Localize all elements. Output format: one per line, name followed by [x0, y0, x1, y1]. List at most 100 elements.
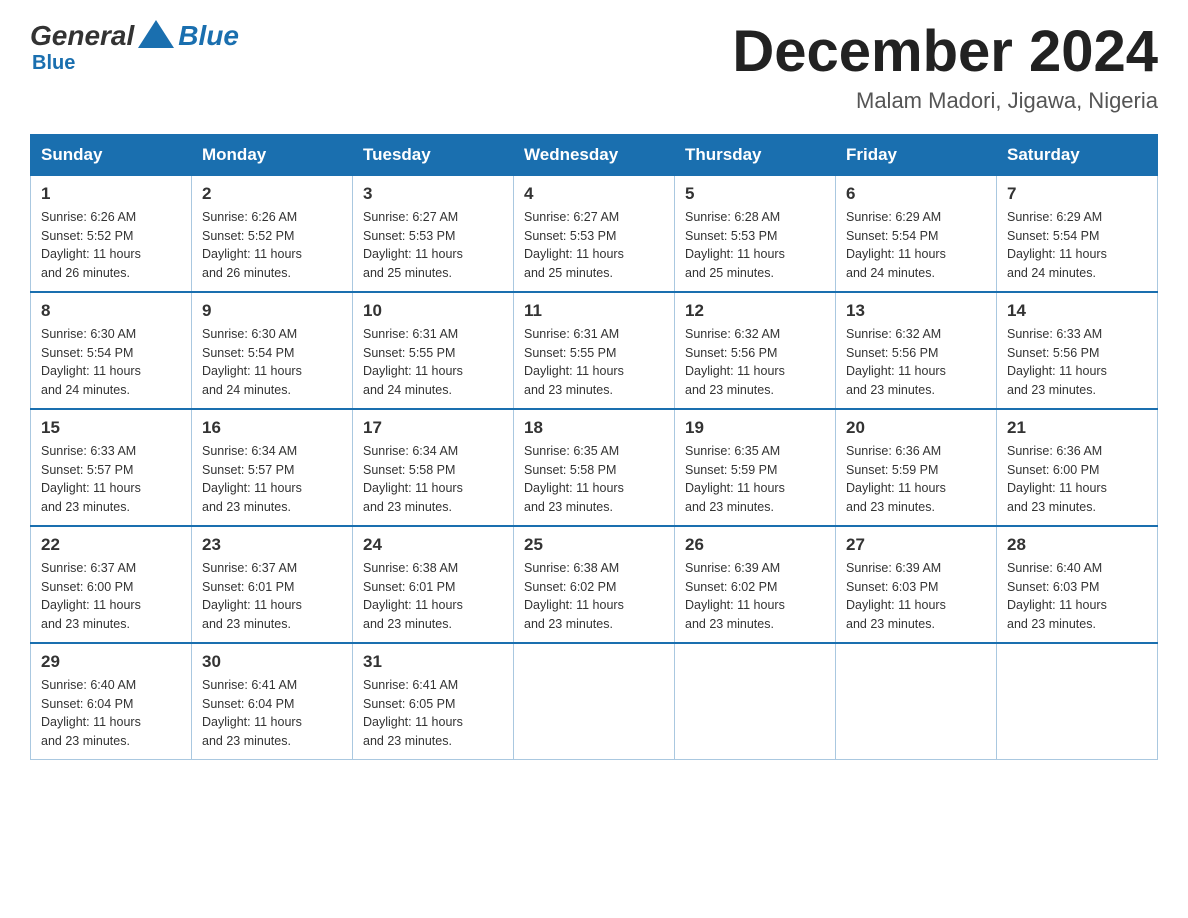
logo-general-text: General — [30, 20, 134, 52]
day-info: Sunrise: 6:35 AM Sunset: 5:59 PM Dayligh… — [685, 442, 825, 517]
logo-blue-text: Blue — [178, 20, 239, 52]
day-info: Sunrise: 6:34 AM Sunset: 5:57 PM Dayligh… — [202, 442, 342, 517]
day-number: 3 — [363, 184, 503, 204]
day-number: 9 — [202, 301, 342, 321]
calendar-cell: 2 Sunrise: 6:26 AM Sunset: 5:52 PM Dayli… — [192, 175, 353, 292]
day-info: Sunrise: 6:32 AM Sunset: 5:56 PM Dayligh… — [846, 325, 986, 400]
calendar-week-row: 29 Sunrise: 6:40 AM Sunset: 6:04 PM Dayl… — [31, 643, 1158, 760]
logo: General Blue Blue — [30, 20, 239, 75]
calendar-cell: 22 Sunrise: 6:37 AM Sunset: 6:00 PM Dayl… — [31, 526, 192, 643]
calendar-cell: 18 Sunrise: 6:35 AM Sunset: 5:58 PM Dayl… — [514, 409, 675, 526]
calendar-cell — [997, 643, 1158, 760]
calendar-cell: 5 Sunrise: 6:28 AM Sunset: 5:53 PM Dayli… — [675, 175, 836, 292]
calendar-cell: 31 Sunrise: 6:41 AM Sunset: 6:05 PM Dayl… — [353, 643, 514, 760]
calendar-header-row: SundayMondayTuesdayWednesdayThursdayFrid… — [31, 134, 1158, 175]
calendar-cell: 14 Sunrise: 6:33 AM Sunset: 5:56 PM Dayl… — [997, 292, 1158, 409]
day-number: 20 — [846, 418, 986, 438]
calendar-cell: 11 Sunrise: 6:31 AM Sunset: 5:55 PM Dayl… — [514, 292, 675, 409]
page-header: General Blue Blue December 2024 Malam Ma… — [30, 20, 1158, 114]
day-number: 12 — [685, 301, 825, 321]
day-info: Sunrise: 6:31 AM Sunset: 5:55 PM Dayligh… — [524, 325, 664, 400]
calendar-cell: 19 Sunrise: 6:35 AM Sunset: 5:59 PM Dayl… — [675, 409, 836, 526]
day-info: Sunrise: 6:36 AM Sunset: 6:00 PM Dayligh… — [1007, 442, 1147, 517]
column-header-monday: Monday — [192, 134, 353, 175]
day-number: 11 — [524, 301, 664, 321]
calendar-cell: 6 Sunrise: 6:29 AM Sunset: 5:54 PM Dayli… — [836, 175, 997, 292]
calendar-week-row: 15 Sunrise: 6:33 AM Sunset: 5:57 PM Dayl… — [31, 409, 1158, 526]
day-info: Sunrise: 6:35 AM Sunset: 5:58 PM Dayligh… — [524, 442, 664, 517]
day-info: Sunrise: 6:39 AM Sunset: 6:03 PM Dayligh… — [846, 559, 986, 634]
day-info: Sunrise: 6:33 AM Sunset: 5:57 PM Dayligh… — [41, 442, 181, 517]
day-info: Sunrise: 6:26 AM Sunset: 5:52 PM Dayligh… — [41, 208, 181, 283]
calendar-cell: 1 Sunrise: 6:26 AM Sunset: 5:52 PM Dayli… — [31, 175, 192, 292]
calendar-cell: 3 Sunrise: 6:27 AM Sunset: 5:53 PM Dayli… — [353, 175, 514, 292]
calendar-cell: 15 Sunrise: 6:33 AM Sunset: 5:57 PM Dayl… — [31, 409, 192, 526]
day-info: Sunrise: 6:34 AM Sunset: 5:58 PM Dayligh… — [363, 442, 503, 517]
calendar-cell: 7 Sunrise: 6:29 AM Sunset: 5:54 PM Dayli… — [997, 175, 1158, 292]
day-info: Sunrise: 6:37 AM Sunset: 6:00 PM Dayligh… — [41, 559, 181, 634]
day-info: Sunrise: 6:38 AM Sunset: 6:01 PM Dayligh… — [363, 559, 503, 634]
day-info: Sunrise: 6:28 AM Sunset: 5:53 PM Dayligh… — [685, 208, 825, 283]
calendar-cell — [836, 643, 997, 760]
calendar-cell: 9 Sunrise: 6:30 AM Sunset: 5:54 PM Dayli… — [192, 292, 353, 409]
day-number: 1 — [41, 184, 181, 204]
logo-arrow-icon — [138, 20, 174, 48]
day-number: 17 — [363, 418, 503, 438]
day-info: Sunrise: 6:38 AM Sunset: 6:02 PM Dayligh… — [524, 559, 664, 634]
day-number: 7 — [1007, 184, 1147, 204]
day-number: 14 — [1007, 301, 1147, 321]
column-header-wednesday: Wednesday — [514, 134, 675, 175]
day-info: Sunrise: 6:41 AM Sunset: 6:05 PM Dayligh… — [363, 676, 503, 751]
day-info: Sunrise: 6:26 AM Sunset: 5:52 PM Dayligh… — [202, 208, 342, 283]
day-number: 16 — [202, 418, 342, 438]
day-info: Sunrise: 6:41 AM Sunset: 6:04 PM Dayligh… — [202, 676, 342, 751]
day-number: 18 — [524, 418, 664, 438]
day-number: 5 — [685, 184, 825, 204]
day-info: Sunrise: 6:30 AM Sunset: 5:54 PM Dayligh… — [41, 325, 181, 400]
calendar-cell: 10 Sunrise: 6:31 AM Sunset: 5:55 PM Dayl… — [353, 292, 514, 409]
day-info: Sunrise: 6:39 AM Sunset: 6:02 PM Dayligh… — [685, 559, 825, 634]
calendar-cell — [675, 643, 836, 760]
day-number: 19 — [685, 418, 825, 438]
calendar-cell: 26 Sunrise: 6:39 AM Sunset: 6:02 PM Dayl… — [675, 526, 836, 643]
day-number: 24 — [363, 535, 503, 555]
day-number: 26 — [685, 535, 825, 555]
calendar-table: SundayMondayTuesdayWednesdayThursdayFrid… — [30, 134, 1158, 760]
calendar-cell: 27 Sunrise: 6:39 AM Sunset: 6:03 PM Dayl… — [836, 526, 997, 643]
calendar-cell: 25 Sunrise: 6:38 AM Sunset: 6:02 PM Dayl… — [514, 526, 675, 643]
column-header-saturday: Saturday — [997, 134, 1158, 175]
location-title: Malam Madori, Jigawa, Nigeria — [732, 88, 1158, 114]
day-info: Sunrise: 6:40 AM Sunset: 6:03 PM Dayligh… — [1007, 559, 1147, 634]
day-number: 22 — [41, 535, 181, 555]
title-block: December 2024 Malam Madori, Jigawa, Nige… — [732, 20, 1158, 114]
calendar-cell: 12 Sunrise: 6:32 AM Sunset: 5:56 PM Dayl… — [675, 292, 836, 409]
day-number: 10 — [363, 301, 503, 321]
calendar-week-row: 8 Sunrise: 6:30 AM Sunset: 5:54 PM Dayli… — [31, 292, 1158, 409]
day-info: Sunrise: 6:40 AM Sunset: 6:04 PM Dayligh… — [41, 676, 181, 751]
column-header-thursday: Thursday — [675, 134, 836, 175]
day-number: 29 — [41, 652, 181, 672]
column-header-friday: Friday — [836, 134, 997, 175]
day-number: 28 — [1007, 535, 1147, 555]
day-number: 13 — [846, 301, 986, 321]
calendar-cell: 4 Sunrise: 6:27 AM Sunset: 5:53 PM Dayli… — [514, 175, 675, 292]
calendar-cell: 13 Sunrise: 6:32 AM Sunset: 5:56 PM Dayl… — [836, 292, 997, 409]
column-header-tuesday: Tuesday — [353, 134, 514, 175]
day-info: Sunrise: 6:37 AM Sunset: 6:01 PM Dayligh… — [202, 559, 342, 634]
calendar-cell: 29 Sunrise: 6:40 AM Sunset: 6:04 PM Dayl… — [31, 643, 192, 760]
calendar-cell: 28 Sunrise: 6:40 AM Sunset: 6:03 PM Dayl… — [997, 526, 1158, 643]
calendar-cell: 23 Sunrise: 6:37 AM Sunset: 6:01 PM Dayl… — [192, 526, 353, 643]
day-info: Sunrise: 6:33 AM Sunset: 5:56 PM Dayligh… — [1007, 325, 1147, 400]
day-number: 30 — [202, 652, 342, 672]
day-number: 4 — [524, 184, 664, 204]
day-info: Sunrise: 6:27 AM Sunset: 5:53 PM Dayligh… — [363, 208, 503, 283]
day-info: Sunrise: 6:27 AM Sunset: 5:53 PM Dayligh… — [524, 208, 664, 283]
day-number: 21 — [1007, 418, 1147, 438]
day-number: 25 — [524, 535, 664, 555]
month-title: December 2024 — [732, 20, 1158, 84]
calendar-cell: 21 Sunrise: 6:36 AM Sunset: 6:00 PM Dayl… — [997, 409, 1158, 526]
day-number: 8 — [41, 301, 181, 321]
day-info: Sunrise: 6:36 AM Sunset: 5:59 PM Dayligh… — [846, 442, 986, 517]
calendar-cell: 8 Sunrise: 6:30 AM Sunset: 5:54 PM Dayli… — [31, 292, 192, 409]
calendar-cell: 20 Sunrise: 6:36 AM Sunset: 5:59 PM Dayl… — [836, 409, 997, 526]
